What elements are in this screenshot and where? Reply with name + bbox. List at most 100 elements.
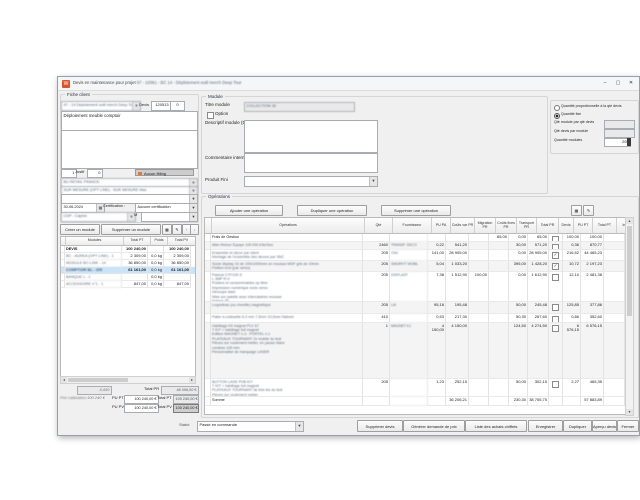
maximize-button[interactable]: ▢: [612, 78, 624, 88]
operation-row[interactable]: Passos CTF100 SL 3MP R-VPosters et conso…: [205, 272, 625, 302]
add-operation-button[interactable]: Ajouter une opération: [215, 205, 283, 216]
modules-header-3[interactable]: Poids: [151, 237, 168, 246]
scroll-thumb[interactable]: [627, 226, 632, 316]
operation-total-pt: 377,86: [581, 302, 604, 314]
save-button[interactable]: Enregistrer: [528, 420, 563, 432]
internal-comment-field[interactable]: [61, 130, 198, 169]
create-module-button[interactable]: Créer un module: [60, 224, 100, 235]
operations-grid-button[interactable]: ▦: [571, 205, 582, 216]
module-edit-button[interactable]: ✎: [172, 224, 182, 235]
devis-name-field[interactable]: Déploiement meuble comptoir: [61, 111, 198, 131]
pu-pt-field[interactable]: 100 240,00 €: [124, 395, 159, 404]
operations-vscrollbar[interactable]: ▴ ▾: [625, 217, 634, 416]
titre-module-value: COLLECTION 30: [247, 104, 277, 108]
chevron-down-icon[interactable]: ▼: [295, 422, 303, 431]
operation-row[interactable]: Palier à colissette 6,3 mm 7,5mm 10,5mm …: [205, 314, 625, 323]
chevron-down-icon[interactable]: ▼: [189, 204, 197, 212]
operation-total-pt: 100,00: [581, 234, 604, 242]
duplicate-button[interactable]: Dupliquer: [563, 420, 592, 432]
move-down-button[interactable]: ↓: [190, 224, 199, 235]
descriptif-module-field[interactable]: [244, 120, 378, 153]
devis-checkbox[interactable]: [552, 381, 559, 388]
operations-header-2[interactable]: Qté: [365, 218, 393, 234]
pu-pv-field[interactable]: 100 240,00 €: [124, 404, 159, 413]
modules-header-2[interactable]: Total PT: [124, 237, 151, 246]
delete-operation-button[interactable]: Supprimer une opération: [381, 205, 451, 216]
operation-row[interactable]: Habillage Kit magnet PLV 67T KIT = habil…: [205, 323, 625, 379]
preview-devis-button[interactable]: Aperçu devis: [592, 420, 617, 432]
scroll-left-icon[interactable]: ◂: [61, 377, 67, 383]
operations-header-4[interactable]: PU PA: [432, 218, 451, 234]
devis-checkbox[interactable]: [552, 304, 559, 311]
justif-field[interactable]: 0: [87, 169, 103, 178]
devis-checkbox[interactable]: [552, 325, 559, 332]
spinner-icon[interactable]: [627, 138, 631, 146]
close-devis-button[interactable]: Fermer: [617, 420, 639, 432]
chevron-down-icon[interactable]: ▼: [369, 177, 377, 186]
module-row[interactable]: MODULE BC-LINE - 1436 850,000,0 kg36 850…: [61, 260, 195, 267]
purchases-list-button[interactable]: Liste des achats chiffrés: [465, 420, 527, 432]
modules-header-4[interactable]: Total PV: [168, 237, 196, 246]
statut-dropdown[interactable]: Passé en commande▼: [197, 421, 304, 432]
delete-devis-button[interactable]: Supprimer devis: [357, 420, 403, 432]
produit-fini-dropdown[interactable]: ▼: [244, 176, 378, 187]
devis-checkbox[interactable]: ✓: [552, 263, 559, 270]
project-dropdown[interactable]: 97 - 14 Déploiement outil merch Deep Tou…: [61, 101, 141, 111]
radio-proportional[interactable]: [554, 105, 560, 111]
operations-header-1[interactable]: Opérations: [212, 218, 365, 234]
operation-couts-var-pr: 217,30: [446, 314, 469, 323]
operations-header-6[interactable]: Migration PR: [475, 218, 496, 234]
radio-fixed[interactable]: [554, 113, 560, 119]
devis-revision-field[interactable]: 0: [170, 101, 185, 111]
generate-price-request-button[interactable]: Générer demande de prix: [403, 420, 465, 432]
operations-header-8[interactable]: Transport PR: [517, 218, 537, 234]
module-image-button[interactable]: ▦: [162, 224, 172, 235]
duplicate-operation-button[interactable]: Dupliquer une opération: [297, 205, 367, 216]
operation-pu-pa: 95,16: [428, 302, 446, 314]
option-checkbox[interactable]: [207, 112, 214, 119]
minimize-button[interactable]: –: [599, 78, 611, 88]
operation-row[interactable]: BUTTON LASE PVB KITT KIT = habillage ful…: [205, 379, 625, 397]
operation-row[interactable]: Ensemble et décor par clientMontage de l…: [205, 250, 625, 261]
scroll-up-icon[interactable]: ▴: [626, 218, 633, 224]
close-button[interactable]: ✕: [625, 78, 637, 88]
module-row[interactable]: ACCESSOIRE n°1 - 1847,000,0 kg847,00: [61, 281, 195, 288]
operations-header-7[interactable]: Coûts fixes PR: [496, 218, 517, 234]
down-arrow-icon: ↓: [194, 227, 196, 232]
operations-header-0[interactable]: [205, 218, 212, 234]
operation-row[interactable]: Loqueteau (ou cheville) magnétique205LM9…: [205, 302, 625, 314]
module-row[interactable]: COMPTOIR BL - 20561 161,000,0 kg61 161,0…: [61, 267, 195, 274]
cdp-second-dropdown[interactable]: ▼: [141, 212, 198, 222]
operation-row[interactable]: Socle display 15 de 100x1000mm en mousse…: [205, 261, 625, 272]
operation-row[interactable]: Aller-Retour Équipe 100 KM d'Ile/Sen2460…: [205, 242, 625, 250]
scroll-down-icon[interactable]: ▾: [626, 409, 633, 415]
operations-header-10[interactable]: Devis: [559, 218, 574, 234]
devis-checkbox[interactable]: [552, 316, 559, 323]
commentaire-interne-field[interactable]: [244, 153, 378, 173]
operations-group-label: Opérations: [206, 194, 232, 199]
operations-header-3[interactable]: Fournisseur: [393, 218, 432, 234]
chevron-down-icon[interactable]: ▼: [189, 195, 197, 203]
operation-row[interactable]: Frais de Gestion65,000,0065,00100,00100,…: [205, 234, 625, 242]
chevron-down-icon[interactable]: ▼: [189, 213, 197, 221]
operations-header-11[interactable]: PU PT: [574, 218, 593, 234]
operation-row[interactable]: Somme36 206,21230,3038 755,7557 883,89: [205, 397, 625, 406]
devis-checkbox[interactable]: ✓: [552, 252, 559, 259]
radio-proportional-label[interactable]: Quantité proportionnelle à la qté devis: [561, 105, 622, 109]
operations-header-5[interactable]: Coûts var PR: [451, 218, 475, 234]
scroll-thumb[interactable]: [68, 378, 128, 382]
scroll-right-icon[interactable]: ▸: [189, 377, 195, 383]
operations-header-12[interactable]: Total PT: [593, 218, 617, 234]
devis-checkbox[interactable]: [552, 274, 559, 281]
delete-module-button[interactable]: Supprimer un module: [101, 224, 161, 235]
modules-hscrollbar[interactable]: ◂ ▸: [60, 376, 196, 384]
module-row[interactable]: BANQUE L - 10,0 kg: [61, 274, 195, 281]
module-row[interactable]: DEVIS100 240,00100 240,00: [61, 246, 195, 253]
radio-fixed-label[interactable]: Quantité fixe: [561, 113, 581, 117]
module-row[interactable]: BC - AUREA (OPT LINE) - 12 309,000,0 kg2…: [61, 253, 195, 260]
operations-edit-button[interactable]: ✎: [583, 205, 594, 216]
modules-header-1[interactable]: Modules: [66, 237, 124, 246]
operations-header-9[interactable]: Total PR: [537, 218, 559, 234]
title-bar[interactable]: W Devis en maintenance pour projet 97 - …: [58, 77, 639, 91]
cdp-dropdown[interactable]: CDP - Capine▼: [61, 212, 136, 222]
